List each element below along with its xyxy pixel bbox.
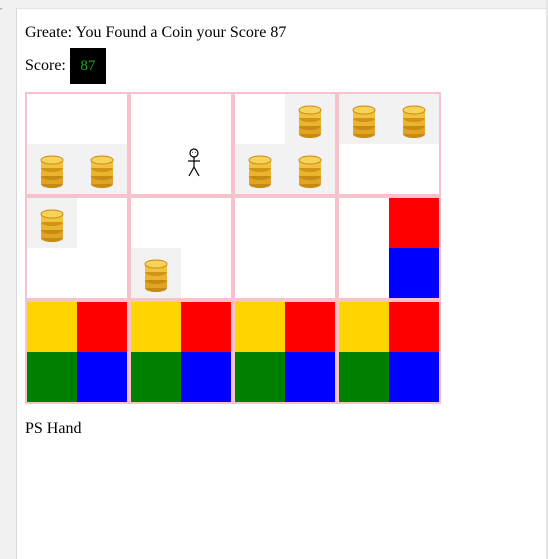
caption-text: PS Hand xyxy=(25,420,82,437)
blue-tile xyxy=(389,248,439,298)
left-gutter: ′ xyxy=(0,0,17,559)
board-cell-r3-c4[interactable] xyxy=(337,300,441,404)
blue-tile xyxy=(285,352,335,402)
green-tile xyxy=(235,352,285,402)
coin-icon xyxy=(389,94,439,144)
board-cell-r2-c2[interactable] xyxy=(129,196,233,300)
blue-tile xyxy=(77,352,127,402)
board-cell-r3-c1[interactable] xyxy=(25,300,129,404)
score-value: 87 xyxy=(80,57,96,74)
board-cell-r1-c1[interactable] xyxy=(25,92,129,196)
score-value-box: 87 xyxy=(69,48,106,84)
red-tile xyxy=(181,302,231,352)
red-tile xyxy=(285,302,335,352)
board-cell-r2-c1[interactable] xyxy=(25,196,129,300)
red-tile xyxy=(389,302,439,352)
board-cell-r1-c3[interactable] xyxy=(233,92,337,196)
yellow-tile xyxy=(131,302,181,352)
blue-tile xyxy=(181,352,231,402)
yellow-tile xyxy=(235,302,285,352)
status-message: Greate: You Found a Coin your Score 87 xyxy=(25,24,287,41)
coin-icon xyxy=(285,144,335,194)
coin-icon xyxy=(27,144,77,194)
score-label: Score: xyxy=(25,57,66,74)
board-cell-r2-c3[interactable] xyxy=(233,196,337,300)
blue-tile xyxy=(389,352,439,402)
game-board xyxy=(25,92,441,404)
coin-icon xyxy=(131,248,181,298)
green-tile xyxy=(339,352,389,402)
coin-icon xyxy=(27,198,77,248)
top-strip xyxy=(16,0,548,9)
green-tile xyxy=(27,352,77,402)
coin-icon xyxy=(77,144,127,194)
coin-icon xyxy=(285,94,335,144)
board-cell-r1-c2[interactable] xyxy=(129,92,233,196)
gutter-mark: ′ xyxy=(0,7,3,18)
coin-icon xyxy=(339,94,389,144)
coin-icon xyxy=(235,144,285,194)
board-cell-r3-c3[interactable] xyxy=(233,300,337,404)
player-stick-figure-icon xyxy=(185,148,203,183)
board-cell-r2-c4[interactable] xyxy=(337,196,441,300)
red-tile xyxy=(389,198,439,248)
yellow-tile xyxy=(339,302,389,352)
green-tile xyxy=(131,352,181,402)
score-row: Score: 87 xyxy=(25,48,106,84)
yellow-tile xyxy=(27,302,77,352)
red-tile xyxy=(77,302,127,352)
board-cell-r3-c2[interactable] xyxy=(129,300,233,404)
board-cell-r1-c4[interactable] xyxy=(337,92,441,196)
